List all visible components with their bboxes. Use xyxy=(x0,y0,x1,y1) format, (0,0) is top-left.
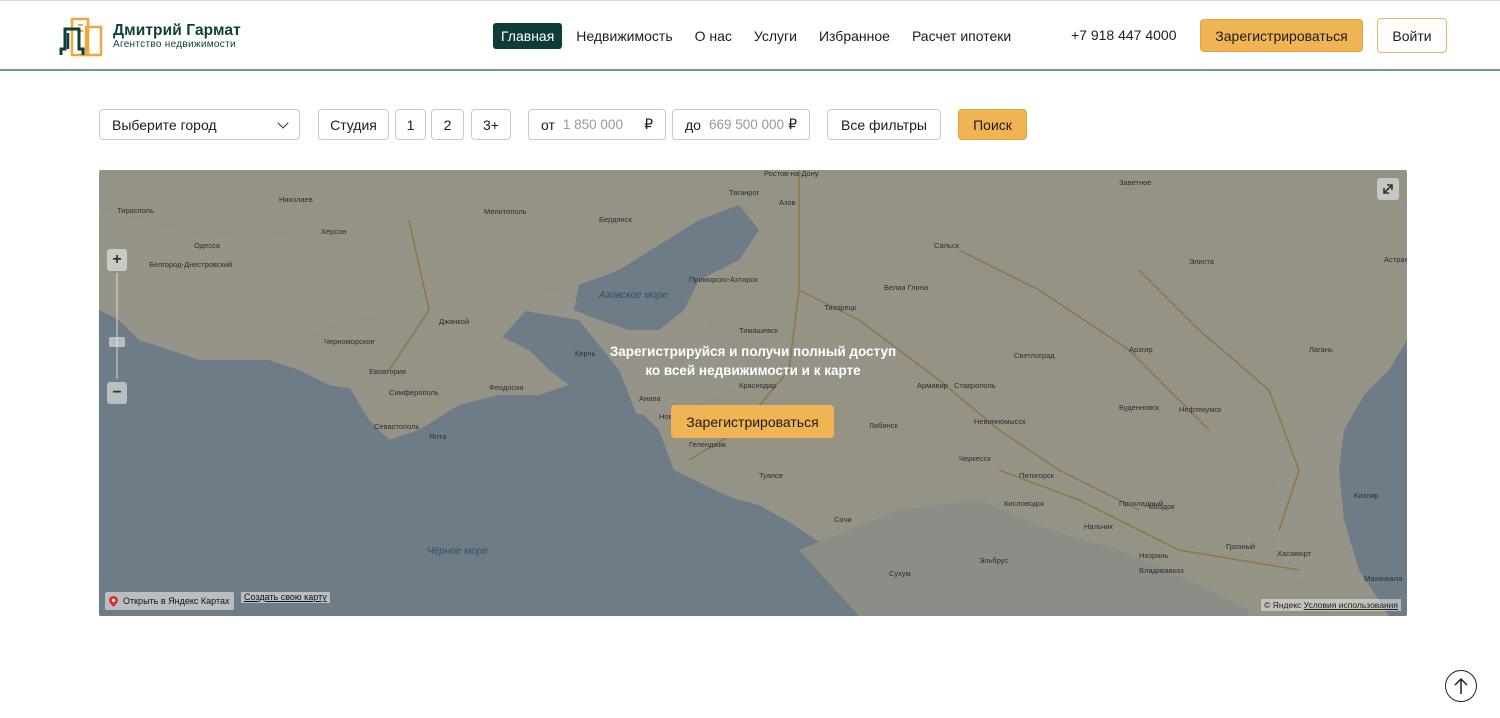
map-pin-icon xyxy=(109,595,118,607)
zoom-in-button[interactable]: + xyxy=(107,249,127,271)
zoom-out-button[interactable]: − xyxy=(107,382,127,404)
arrow-up-icon xyxy=(1454,677,1468,694)
room-filter-2[interactable]: 2 xyxy=(431,109,464,140)
map-zoom-control: + ··· − xyxy=(107,249,127,405)
price-to-currency: ₽ xyxy=(788,116,797,132)
logo[interactable]: Дмитрий Гармат Агентство недвижимости xyxy=(57,13,267,59)
logo-title: Дмитрий Гармат xyxy=(113,22,241,39)
price-from-input[interactable]: 1 850 000 xyxy=(563,117,640,132)
phone-link[interactable]: +7 918 447 4000 xyxy=(1071,27,1177,43)
create-map-link[interactable]: Создать свою карту xyxy=(241,592,330,603)
price-from-field[interactable]: от 1 850 000 ₽ xyxy=(528,109,666,140)
fullscreen-button[interactable] xyxy=(1377,178,1399,200)
register-button[interactable]: Зарегистрироваться xyxy=(1200,19,1363,52)
map-dim-overlay xyxy=(99,170,1407,616)
nav-item-realty[interactable]: Недвижимость xyxy=(568,23,680,49)
nav-item-home[interactable]: Главная xyxy=(493,23,563,49)
map-register-button[interactable]: Зарегистрироваться xyxy=(671,405,834,438)
login-button[interactable]: Войти xyxy=(1377,18,1447,53)
room-filter-3plus[interactable]: 3+ xyxy=(471,109,511,140)
price-from-label: от xyxy=(541,116,555,133)
terms-link[interactable]: Условия использования xyxy=(1304,600,1398,610)
open-in-yandex-maps-link[interactable]: Открыть в Яндекс Картах xyxy=(105,592,235,610)
search-filters: Выберите город Студия 1 2 3+ от 1 850 00… xyxy=(0,109,1500,141)
nav-item-favorites[interactable]: Избранное xyxy=(811,23,898,49)
site-header: Дмитрий Гармат Агентство недвижимости Гл… xyxy=(0,0,1500,71)
price-to-input[interactable]: 669 500 000 xyxy=(709,117,784,132)
scroll-to-top-button[interactable] xyxy=(1445,670,1477,702)
map-copyright: © Яндекс Условия использования xyxy=(1261,599,1401,611)
map-cta-line-1: Зарегистрируйся и получи полный доступ xyxy=(609,344,897,359)
nav-item-mortgage[interactable]: Расчет ипотеки xyxy=(904,23,1019,49)
map-cta-line-2: ко всей недвижимости и к карте xyxy=(645,363,861,378)
map-cta-text: Зарегистрируйся и получи полный доступ к… xyxy=(99,342,1407,380)
room-filter-studio[interactable]: Студия xyxy=(318,109,389,140)
map-widget[interactable]: Ростов-на-Дону Таганрог Азов Бердянск Мелито… xyxy=(99,170,1407,616)
price-to-field[interactable]: до 669 500 000 ₽ xyxy=(672,109,810,140)
copyright-text: © Яндекс xyxy=(1264,600,1302,610)
open-in-yandex-maps-label: Открыть в Яндекс Картах xyxy=(123,596,230,606)
room-filter-1[interactable]: 1 xyxy=(395,109,426,140)
logo-building-icon xyxy=(59,17,103,57)
main-nav: Главная Недвижимость О нас Услуги Избран… xyxy=(493,23,1025,49)
price-from-currency: ₽ xyxy=(644,116,653,132)
city-select[interactable]: Выберите город xyxy=(99,109,300,140)
nav-item-services[interactable]: Услуги xyxy=(746,23,805,49)
all-filters-button[interactable]: Все фильтры xyxy=(827,109,941,140)
logo-subtitle: Агентство недвижимости xyxy=(113,39,236,50)
chevron-down-icon xyxy=(277,116,289,129)
city-select-value: Выберите город xyxy=(112,116,217,133)
expand-icon xyxy=(1383,184,1393,194)
search-button[interactable]: Поиск xyxy=(958,109,1027,140)
nav-item-about[interactable]: О нас xyxy=(687,23,740,49)
price-to-label: до xyxy=(685,116,701,133)
